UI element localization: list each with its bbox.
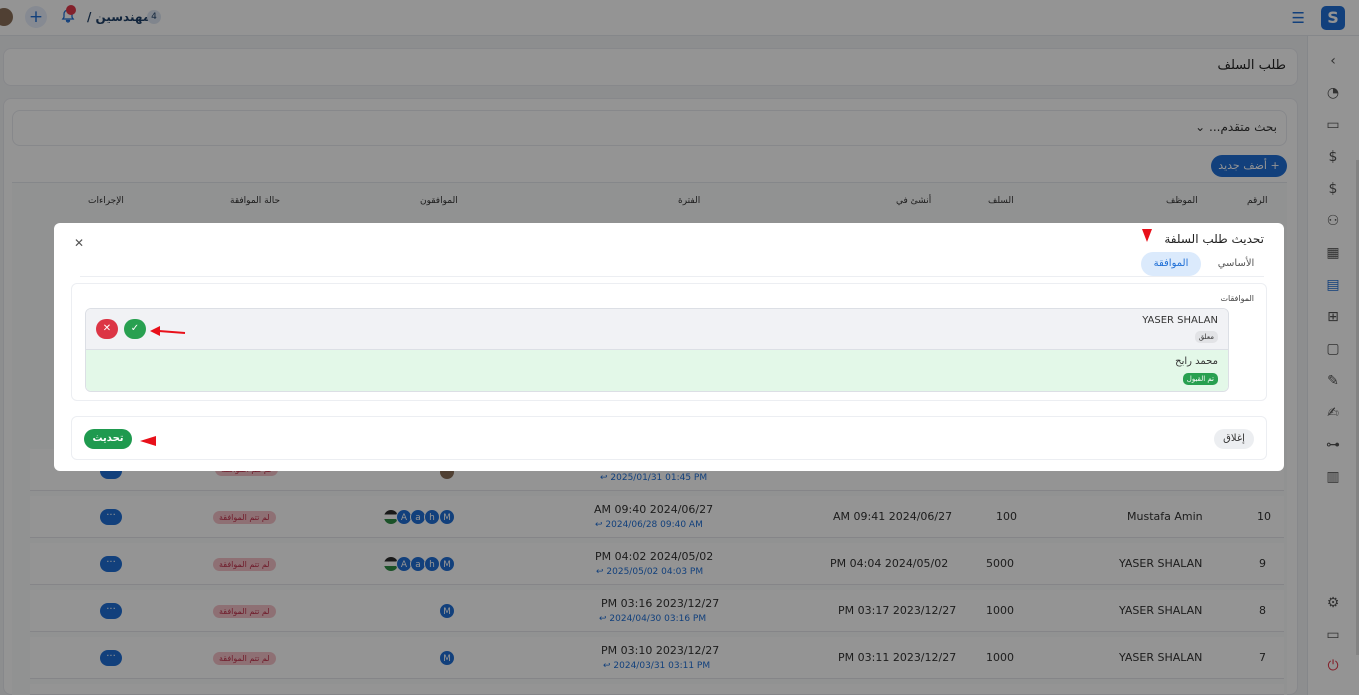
annotation-arrow-accept-line (158, 330, 186, 334)
annotation-layer (140, 229, 1152, 446)
annotation-arrow-update (140, 436, 156, 446)
annotation-arrow-accept (150, 326, 160, 336)
annotation-arrow-tab (1142, 229, 1152, 242)
